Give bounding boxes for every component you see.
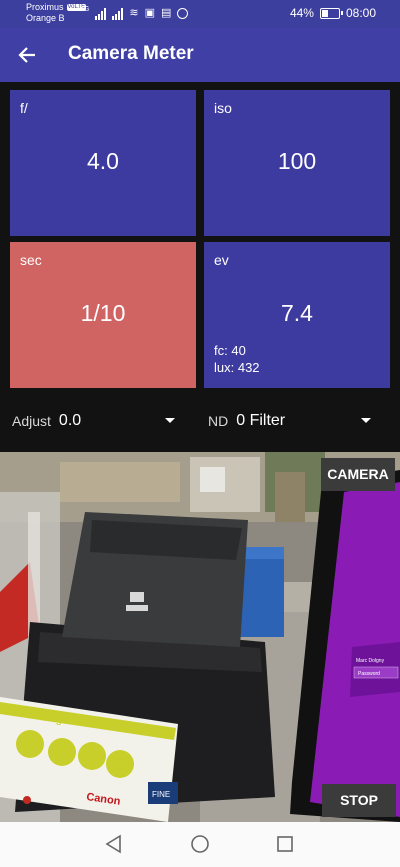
nd-label: ND — [208, 413, 229, 429]
adjust-dropdown[interactable]: Adjust 0.0 — [12, 408, 81, 434]
navigation-bar — [0, 822, 400, 867]
app-bar: Camera Meter — [0, 28, 400, 82]
carrier-2: Orange B — [26, 13, 65, 23]
nd-filter-dropdown[interactable]: ND 0 Filter — [208, 408, 285, 434]
arrow-back-icon — [18, 47, 35, 63]
aperture-label: f/ — [20, 100, 28, 116]
battery-icon — [319, 7, 343, 19]
iso-value: 100 — [277, 148, 317, 174]
notification-icon: ▣ — [144, 7, 155, 19]
shutter-tile[interactable]: sec 1/10 — [10, 242, 196, 388]
iso-label: iso — [214, 100, 232, 116]
nav-recents-icon[interactable] — [275, 834, 295, 854]
status-right: 44% 08:00 — [290, 6, 376, 20]
fine-badge: FINE — [152, 790, 170, 799]
ev-value: 7.4 — [281, 300, 313, 326]
ev-label: ev — [214, 252, 229, 268]
signal-icons: 4G ≋ ▣ ▤ — [80, 6, 189, 20]
nav-home-icon[interactable] — [190, 834, 210, 854]
nd-value: 0 Filter — [236, 412, 286, 429]
network-type: 4G — [80, 6, 90, 13]
shutter-label: sec — [20, 252, 42, 268]
lux-value: lux: 432 — [214, 360, 260, 375]
carrier-info: Proximus VoLTE Orange B — [26, 2, 87, 24]
screen-name-text: Marc Dolgny — [356, 658, 385, 664]
back-button[interactable] — [12, 40, 42, 70]
page-title: Camera Meter — [68, 43, 194, 64]
iso-tile[interactable]: iso 100 — [204, 90, 390, 236]
signal-2-icon — [112, 8, 124, 20]
sync-icon — [177, 8, 189, 19]
status-bar: Proximus VoLTE Orange B 4G ≋ ▣ ▤ 44% 08:… — [0, 0, 400, 28]
battery-text: 44% — [289, 6, 314, 20]
screen-password-text: Password — [358, 671, 380, 677]
aperture-tile[interactable]: f/ 4.0 — [10, 90, 196, 236]
aperture-value: 4.0 — [87, 148, 119, 174]
signal-1-icon — [95, 8, 107, 20]
adjust-caret-icon[interactable] — [165, 418, 175, 423]
stop-button[interactable]: STOP — [322, 784, 396, 817]
camera-button[interactable]: CAMERA — [321, 458, 395, 491]
wifi-icon: ≋ — [129, 7, 139, 19]
shutter-value: 1/10 — [80, 300, 126, 326]
gallery-icon: ▤ — [160, 7, 172, 19]
fc-value: fc: 40 — [214, 343, 246, 358]
camera-feed-image: Elegant. Snel. Intuitief. Canon FINE Mar… — [0, 452, 400, 822]
nav-back-icon[interactable] — [104, 834, 124, 854]
adjust-value: 0.0 — [58, 412, 82, 429]
camera-preview[interactable]: Elegant. Snel. Intuitief. Canon FINE Mar… — [0, 452, 400, 822]
nd-caret-icon[interactable] — [361, 418, 371, 423]
ev-tile[interactable]: ev 7.4 fc: 40 lux: 432 — [204, 242, 390, 388]
clock: 08:00 — [345, 6, 376, 20]
carrier-1: Proximus — [26, 2, 64, 12]
adjust-label: Adjust — [12, 413, 51, 429]
